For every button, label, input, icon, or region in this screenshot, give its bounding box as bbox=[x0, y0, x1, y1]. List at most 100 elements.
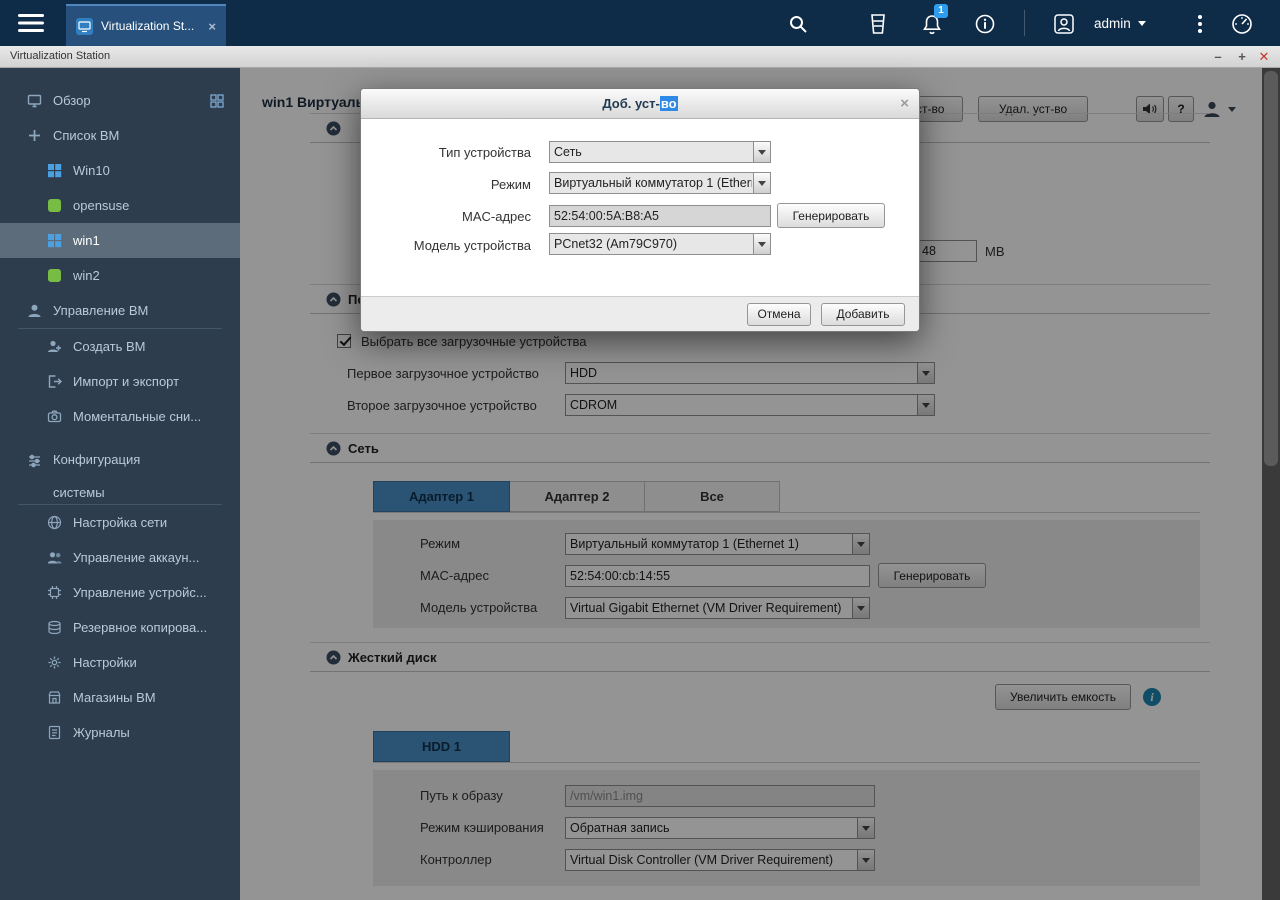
device-type-select[interactable]: Сеть bbox=[549, 141, 771, 163]
person-plus-icon bbox=[46, 339, 62, 355]
open-dashboard-icon[interactable] bbox=[210, 93, 224, 108]
search-icon[interactable] bbox=[786, 12, 810, 36]
sidebar-item-vm-win10[interactable]: Win10 bbox=[0, 153, 240, 188]
main-menu-icon[interactable] bbox=[18, 13, 44, 33]
cache-mode-select[interactable]: Обратная запись bbox=[565, 817, 875, 839]
resource-monitor-icon[interactable] bbox=[1230, 12, 1254, 36]
device-model-select[interactable]: Virtual Gigabit Ethernet (VM Driver Requ… bbox=[565, 597, 870, 619]
app-tab-close-icon[interactable]: × bbox=[208, 19, 216, 34]
notifications-icon[interactable]: 1 bbox=[920, 4, 948, 36]
section-header-network[interactable]: Сеть bbox=[310, 433, 1210, 463]
sidebar-item-device-management[interactable]: Управление устройс... bbox=[0, 575, 240, 610]
sidebar-item-vm-win1[interactable]: win1 bbox=[0, 223, 240, 258]
add-button[interactable]: Добавить bbox=[821, 302, 905, 326]
info-circle-icon[interactable]: i bbox=[1143, 688, 1161, 706]
user-icon[interactable] bbox=[1052, 12, 1076, 36]
add-device-dialog: Доб. уст-во × Тип устройства Сеть Режим … bbox=[360, 88, 920, 332]
database-icon bbox=[46, 620, 62, 636]
collapse-icon[interactable] bbox=[326, 292, 341, 307]
generate-mac-button[interactable]: Генерировать bbox=[777, 203, 885, 228]
device-model-label: Модель устройства bbox=[413, 238, 531, 253]
camera-icon bbox=[46, 409, 62, 425]
increase-capacity-button[interactable]: Увеличить емкость bbox=[995, 684, 1131, 710]
tab-adapter-2[interactable]: Адаптер 2 bbox=[510, 481, 645, 512]
collapse-icon[interactable] bbox=[326, 121, 341, 136]
dropdown-arrow-icon[interactable] bbox=[857, 850, 874, 870]
window-close-button[interactable]: ✕ bbox=[1256, 46, 1272, 67]
sidebar-item-snapshots[interactable]: Моментальные сни... bbox=[0, 399, 240, 434]
tab-adapter-1[interactable]: Адаптер 1 bbox=[373, 481, 510, 512]
user-menu[interactable]: admin bbox=[1094, 0, 1146, 46]
memory-size-input[interactable] bbox=[917, 240, 977, 262]
generate-mac-button[interactable]: Генерировать bbox=[878, 563, 986, 588]
import-export-icon bbox=[46, 374, 62, 390]
overview-icon bbox=[26, 93, 42, 109]
users-icon bbox=[46, 550, 62, 566]
adapter-tabs: Адаптер 1 Адаптер 2 Все bbox=[373, 481, 1200, 513]
sidebar-item-vm-management[interactable]: Управление ВМ bbox=[0, 293, 240, 328]
sidebar-item-vm-marketplace[interactable]: Магазины ВМ bbox=[0, 680, 240, 715]
sidebar-item-account-management[interactable]: Управление аккаун... bbox=[0, 540, 240, 575]
second-boot-select[interactable]: CDROM bbox=[565, 394, 935, 416]
sidebar-item-vm-opensuse[interactable]: opensuse bbox=[0, 188, 240, 223]
store-icon bbox=[46, 690, 62, 706]
dropdown-arrow-icon[interactable] bbox=[753, 142, 770, 162]
desktop-scrollbar[interactable] bbox=[1262, 68, 1280, 900]
network-icon bbox=[46, 515, 62, 531]
tab-hdd-1[interactable]: HDD 1 bbox=[373, 731, 510, 762]
chip-icon bbox=[46, 585, 62, 601]
device-model-select[interactable]: PCnet32 (Am79C970) bbox=[549, 233, 771, 255]
mac-address-input[interactable] bbox=[549, 205, 771, 227]
dropdown-arrow-icon[interactable] bbox=[753, 234, 770, 254]
dialog-footer: Отмена Добавить bbox=[361, 296, 919, 331]
sidebar-item-system-configuration[interactable]: Конфигурация системы bbox=[0, 434, 240, 504]
scrollbar-thumb[interactable] bbox=[1264, 71, 1278, 466]
window-minimize-button[interactable]: – bbox=[1210, 46, 1226, 67]
dropdown-arrow-icon[interactable] bbox=[917, 363, 934, 383]
sliders-icon bbox=[26, 452, 42, 468]
notification-badge: 1 bbox=[934, 4, 948, 18]
mac-address-label: MAC-адрес bbox=[462, 209, 531, 224]
controller-select[interactable]: Virtual Disk Controller (VM Driver Requi… bbox=[565, 849, 875, 871]
sidebar-item-network-settings[interactable]: Настройка сети bbox=[0, 505, 240, 540]
dropdown-arrow-icon[interactable] bbox=[857, 818, 874, 838]
background-tasks-icon[interactable] bbox=[866, 12, 890, 36]
app-tab-virtualization-station[interactable]: Virtualization St... × bbox=[66, 4, 226, 46]
mode-select[interactable]: Виртуальный коммутатор 1 (Ethernet 1) bbox=[549, 172, 771, 194]
sidebar-item-vm-list[interactable]: Список ВМ bbox=[0, 118, 240, 153]
mac-address-input[interactable] bbox=[565, 565, 870, 587]
sidebar-item-backup[interactable]: Резервное копирова... bbox=[0, 610, 240, 645]
dropdown-arrow-icon[interactable] bbox=[852, 534, 869, 554]
mac-address-label: MAC-адрес bbox=[420, 568, 489, 583]
document-icon bbox=[46, 725, 62, 741]
sidebar-item-overview[interactable]: Обзор bbox=[0, 83, 240, 118]
memory-unit-label: MB bbox=[985, 244, 1005, 259]
sidebar-item-import-export[interactable]: Импорт и экспорт bbox=[0, 364, 240, 399]
cancel-button[interactable]: Отмена bbox=[747, 302, 811, 326]
more-options-icon[interactable] bbox=[1188, 12, 1212, 36]
app-tab-label: Virtualization St... bbox=[101, 19, 195, 33]
window-maximize-button[interactable]: + bbox=[1234, 46, 1250, 67]
sidebar-item-settings[interactable]: Настройки bbox=[0, 645, 240, 680]
dialog-close-icon[interactable]: × bbox=[900, 89, 909, 119]
disk-panel: Путь к образу Режим кэширования Обратная… bbox=[373, 770, 1200, 886]
dropdown-arrow-icon[interactable] bbox=[753, 173, 770, 193]
select-all-boot-checkbox[interactable] bbox=[337, 334, 351, 348]
dropdown-arrow-icon[interactable] bbox=[852, 598, 869, 618]
network-mode-select[interactable]: Виртуальный коммутатор 1 (Ethernet 1) bbox=[565, 533, 870, 555]
sidebar-item-vm-win2[interactable]: win2 bbox=[0, 258, 240, 293]
vm-windows-icon bbox=[46, 233, 62, 249]
dropdown-arrow-icon[interactable] bbox=[917, 395, 934, 415]
info-icon[interactable] bbox=[973, 12, 997, 36]
collapse-icon[interactable] bbox=[326, 650, 341, 665]
sidebar-item-create-vm[interactable]: Создать ВМ bbox=[0, 329, 240, 364]
image-path-label: Путь к образу bbox=[420, 788, 503, 803]
mode-label: Режим bbox=[490, 177, 531, 192]
collapse-icon[interactable] bbox=[326, 441, 341, 456]
sidebar-item-logs[interactable]: Журналы bbox=[0, 715, 240, 750]
network-panel: Режим Виртуальный коммутатор 1 (Ethernet… bbox=[373, 520, 1200, 628]
device-type-label: Тип устройства bbox=[438, 145, 531, 160]
tab-adapter-all[interactable]: Все bbox=[645, 481, 780, 512]
first-boot-select[interactable]: HDD bbox=[565, 362, 935, 384]
section-header-disk[interactable]: Жесткий диск bbox=[310, 642, 1210, 672]
